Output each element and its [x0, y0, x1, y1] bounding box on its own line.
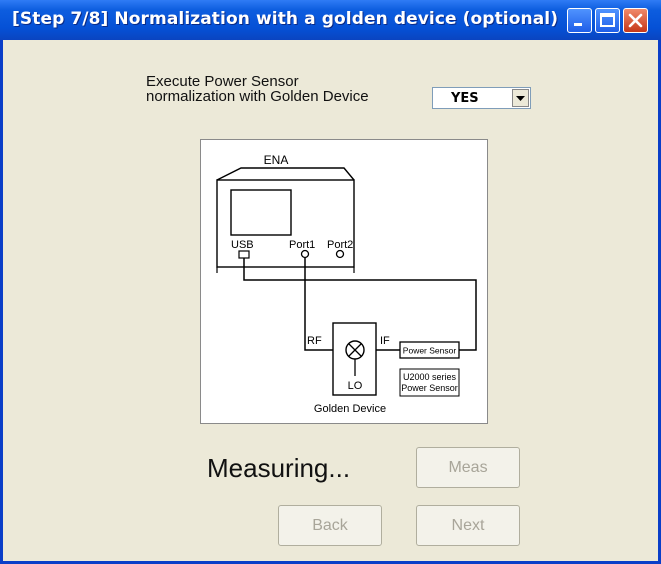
meas-button[interactable]: Meas: [416, 447, 520, 488]
port1-label: Port1: [289, 239, 315, 251]
maximize-button[interactable]: [595, 8, 620, 33]
if-label: IF: [380, 335, 390, 347]
next-button[interactable]: Next: [416, 505, 520, 546]
port2-connector: [335, 249, 345, 259]
connection-diagram-svg: ENA USB Port1 Port2 RF IF LO Power Senso…: [216, 153, 477, 415]
minimize-icon: [574, 23, 582, 26]
ena-label: ENA: [264, 153, 289, 167]
wizard-content: Execute Power Sensor normalization with …: [3, 40, 658, 561]
dropdown-button[interactable]: [512, 89, 529, 107]
close-icon: [628, 13, 643, 28]
normalization-select-value: YES: [451, 91, 479, 106]
status-text: Measuring...: [207, 453, 351, 483]
connection-diagram: ENA USB Port1 Port2 RF IF LO Power Senso…: [200, 139, 488, 424]
port1-connector: [300, 249, 310, 259]
ena-screen: [230, 189, 292, 236]
port2-label: Port2: [327, 239, 353, 251]
window-title: [Step 7/8] Normalization with a golden d…: [12, 9, 559, 29]
back-button[interactable]: Back: [278, 505, 382, 546]
title-bar[interactable]: [Step 7/8] Normalization with a golden d…: [0, 0, 661, 40]
sensor-series-line2: Power Sensor: [401, 383, 458, 393]
normalization-label: Execute Power Sensor normalization with …: [146, 73, 369, 105]
sensor-series-line1: U2000 series: [403, 372, 457, 382]
ena-top-outline: [216, 167, 355, 181]
close-button[interactable]: [623, 8, 648, 33]
rf-label: RF: [307, 335, 322, 347]
normalization-select[interactable]: YES: [432, 87, 531, 109]
usb-port: [238, 250, 250, 259]
minimize-button[interactable]: [567, 8, 592, 33]
maximize-icon: [600, 13, 615, 27]
power-sensor-label: Power Sensor: [403, 346, 457, 356]
chevron-down-icon: [516, 96, 525, 101]
wizard-window: [Step 7/8] Normalization with a golden d…: [0, 0, 661, 564]
golden-device-label: Golden Device: [314, 403, 386, 415]
lo-label: LO: [348, 380, 363, 392]
usb-label: USB: [231, 239, 254, 251]
